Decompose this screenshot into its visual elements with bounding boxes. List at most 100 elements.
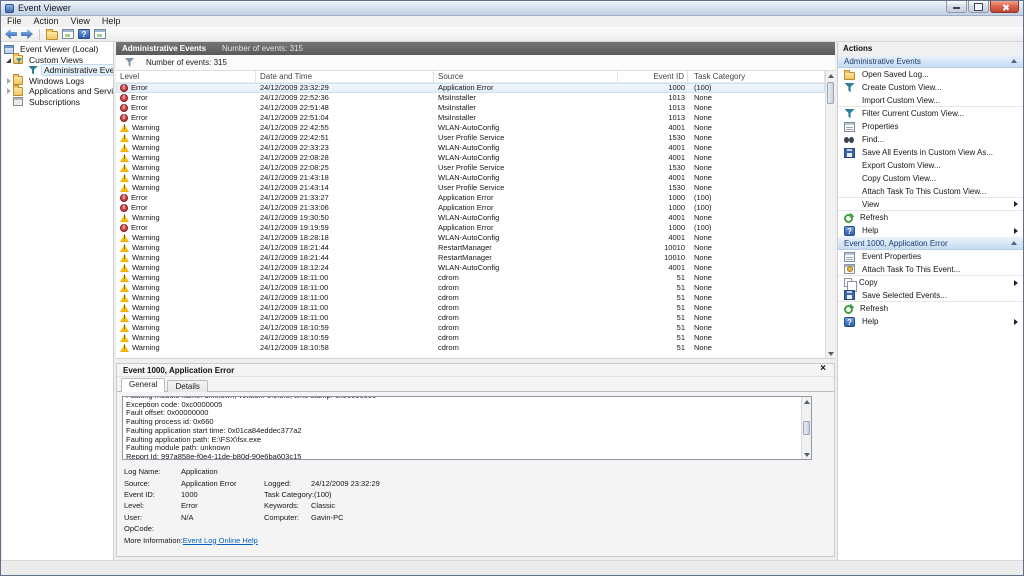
event-description-text: Faulting module name: unknown, version: … (126, 397, 799, 459)
column-header-date-and-time[interactable]: Date and Time (256, 71, 434, 82)
event-row[interactable]: Error 24/12/2009 22:52:36 MsiInstaller 1013… (116, 93, 825, 103)
action-help[interactable]: Help (838, 315, 1023, 328)
warning-icon (120, 264, 129, 272)
back-icon[interactable] (5, 29, 17, 39)
action-attach-task-to-this-event[interactable]: Attach Task To This Event... (838, 263, 1023, 276)
submenu-arrow-icon (1014, 279, 1018, 286)
event-row[interactable]: Error 24/12/2009 22:51:48 MsiInstaller 1013… (116, 103, 825, 113)
event-row[interactable]: Warning 24/12/2009 18:10:58 cdrom 51 None (116, 343, 825, 353)
scroll-up-icon[interactable] (802, 397, 811, 407)
event-task-category: None (694, 263, 712, 272)
tree-item-subscriptions[interactable]: Subscriptions (2, 97, 113, 108)
event-source: MsiInstaller (438, 113, 476, 122)
event-task-category: (100) (694, 203, 712, 212)
event-task-category: None (694, 243, 712, 252)
event-row[interactable]: Warning 24/12/2009 22:08:25 User Profile S… (116, 163, 825, 173)
action-refresh[interactable]: Refresh (838, 211, 1023, 224)
collapse-section-icon[interactable] (1010, 57, 1018, 65)
event-row[interactable]: Warning 24/12/2009 18:12:24 WLAN-AutoConfi… (116, 263, 825, 273)
closed-expander-icon[interactable] (4, 76, 13, 86)
action-open-saved-log[interactable]: Open Saved Log... (838, 68, 1023, 81)
console-window-icon[interactable] (62, 29, 74, 39)
find-icon (844, 135, 855, 145)
event-row[interactable]: Warning 24/12/2009 18:28:18 WLAN-AutoConfi… (116, 233, 825, 243)
description-scrollbar[interactable] (801, 397, 811, 459)
event-row[interactable]: Error 24/12/2009 21:33:27 Application Erro… (116, 193, 825, 203)
close-preview-icon[interactable] (818, 363, 828, 375)
scroll-down-icon[interactable] (802, 449, 811, 459)
event-id: 4001 (668, 143, 685, 152)
action-event-properties[interactable]: Event Properties (838, 250, 1023, 263)
closed-expander-icon[interactable] (4, 86, 13, 96)
event-row[interactable]: Warning 24/12/2009 21:43:18 WLAN-AutoConfi… (116, 173, 825, 183)
action-copy[interactable]: Copy (838, 276, 1023, 292)
action-properties[interactable]: Properties (838, 120, 1023, 133)
collapse-section-icon[interactable] (1010, 239, 1018, 247)
close-button[interactable] (990, 1, 1019, 13)
event-row[interactable]: Warning 24/12/2009 18:11:00 cdrom 51 None (116, 283, 825, 293)
help-icon[interactable] (78, 29, 90, 39)
event-row[interactable]: Error 24/12/2009 23:32:29 Application Erro… (116, 83, 825, 93)
title-bar[interactable]: Event Viewer (1, 1, 1023, 16)
action-icon-spacer (844, 186, 855, 196)
event-row[interactable]: Warning 24/12/2009 18:11:00 cdrom 51 None (116, 293, 825, 303)
action-save-all-events-in-custom-view-as[interactable]: Save All Events in Custom View As... (838, 146, 1023, 159)
action-icon-spacer (844, 95, 855, 105)
column-header-source[interactable]: Source (434, 71, 618, 82)
forward-icon[interactable] (21, 29, 33, 39)
column-header-event-id[interactable]: Event ID (618, 71, 688, 82)
action-copy-custom-view[interactable]: Copy Custom View... (838, 172, 1023, 185)
event-row[interactable]: Warning 24/12/2009 22:08:28 WLAN-AutoConfi… (116, 153, 825, 163)
scrollbar-thumb[interactable] (803, 421, 810, 435)
column-header-task-category[interactable]: Task Category (688, 71, 825, 82)
pane-title: Administrative Events (122, 44, 207, 53)
event-row[interactable]: Error 24/12/2009 19:19:59 Application Erro… (116, 223, 825, 233)
action-attach-task-to-this-custom-view[interactable]: Attach Task To This Custom View... (838, 185, 1023, 198)
event-row[interactable]: Warning 24/12/2009 19:30:50 WLAN-AutoConfi… (116, 213, 825, 223)
event-row[interactable]: Warning 24/12/2009 18:11:00 cdrom 51 None (116, 273, 825, 283)
actions-section-header[interactable]: Event 1000, Application Error (838, 237, 1023, 250)
column-header-level[interactable]: Level (116, 71, 256, 82)
action-create-custom-view[interactable]: Create Custom View... (838, 81, 1023, 94)
show-action-pane-icon[interactable] (94, 29, 106, 39)
event-row[interactable]: Error 24/12/2009 22:51:04 MsiInstaller 1013… (116, 113, 825, 123)
event-log-online-help-link[interactable]: Event Log Online Help (183, 536, 266, 545)
minimize-button[interactable] (946, 1, 967, 13)
event-row[interactable]: Warning 24/12/2009 18:11:00 cdrom 51 None (116, 313, 825, 323)
event-description-box[interactable]: Faulting module name: unknown, version: … (122, 396, 812, 460)
event-source: User Profile Service (438, 183, 505, 192)
event-row[interactable]: Warning 24/12/2009 22:42:51 User Profile S… (116, 133, 825, 143)
tab-general[interactable]: General (121, 378, 166, 392)
action-filter-current-custom-view[interactable]: Filter Current Custom View... (838, 107, 1023, 120)
event-row[interactable]: Warning 24/12/2009 18:11:00 cdrom 51 None (116, 303, 825, 313)
restore-button[interactable] (968, 1, 989, 13)
event-row[interactable]: Warning 24/12/2009 18:21:44 RestartManager… (116, 253, 825, 263)
event-source: WLAN-AutoConfig (438, 173, 500, 182)
event-row[interactable]: Warning 24/12/2009 22:42:55 WLAN-AutoConfi… (116, 123, 825, 133)
event-row[interactable]: Warning 24/12/2009 18:21:44 RestartManager… (116, 243, 825, 253)
tab-details[interactable]: Details (167, 380, 208, 392)
event-row[interactable]: Warning 24/12/2009 22:33:23 WLAN-AutoConfi… (116, 143, 825, 153)
action-help[interactable]: Help (838, 224, 1023, 237)
action-save-selected-events[interactable]: Save Selected Events... (838, 289, 1023, 302)
menu-file[interactable]: File (1, 16, 28, 27)
open-log-icon[interactable] (46, 28, 58, 40)
menu-action[interactable]: Action (28, 16, 65, 27)
event-row[interactable]: Error 24/12/2009 21:33:06 Application Erro… (116, 203, 825, 213)
action-view[interactable]: View (838, 198, 1023, 211)
events-vertical-scrollbar[interactable] (825, 71, 835, 358)
event-row[interactable]: Warning 24/12/2009 18:10:59 cdrom 51 None (116, 333, 825, 343)
scrollbar-thumb[interactable] (827, 82, 834, 104)
event-row[interactable]: Warning 24/12/2009 21:43:14 User Profile S… (116, 183, 825, 193)
menu-help[interactable]: Help (96, 16, 127, 27)
action-find[interactable]: Find... (838, 133, 1023, 146)
event-row[interactable]: Warning 24/12/2009 18:10:59 cdrom 51 None (116, 323, 825, 333)
action-export-custom-view[interactable]: Export Custom View... (838, 159, 1023, 172)
open-expander-icon[interactable] (4, 55, 13, 65)
menu-view[interactable]: View (65, 16, 96, 27)
action-refresh[interactable]: Refresh (838, 302, 1023, 315)
scroll-down-icon[interactable] (826, 348, 835, 358)
scroll-up-icon[interactable] (826, 71, 835, 81)
action-import-custom-view[interactable]: Import Custom View... (838, 94, 1023, 107)
actions-section-header[interactable]: Administrative Events (838, 55, 1023, 68)
